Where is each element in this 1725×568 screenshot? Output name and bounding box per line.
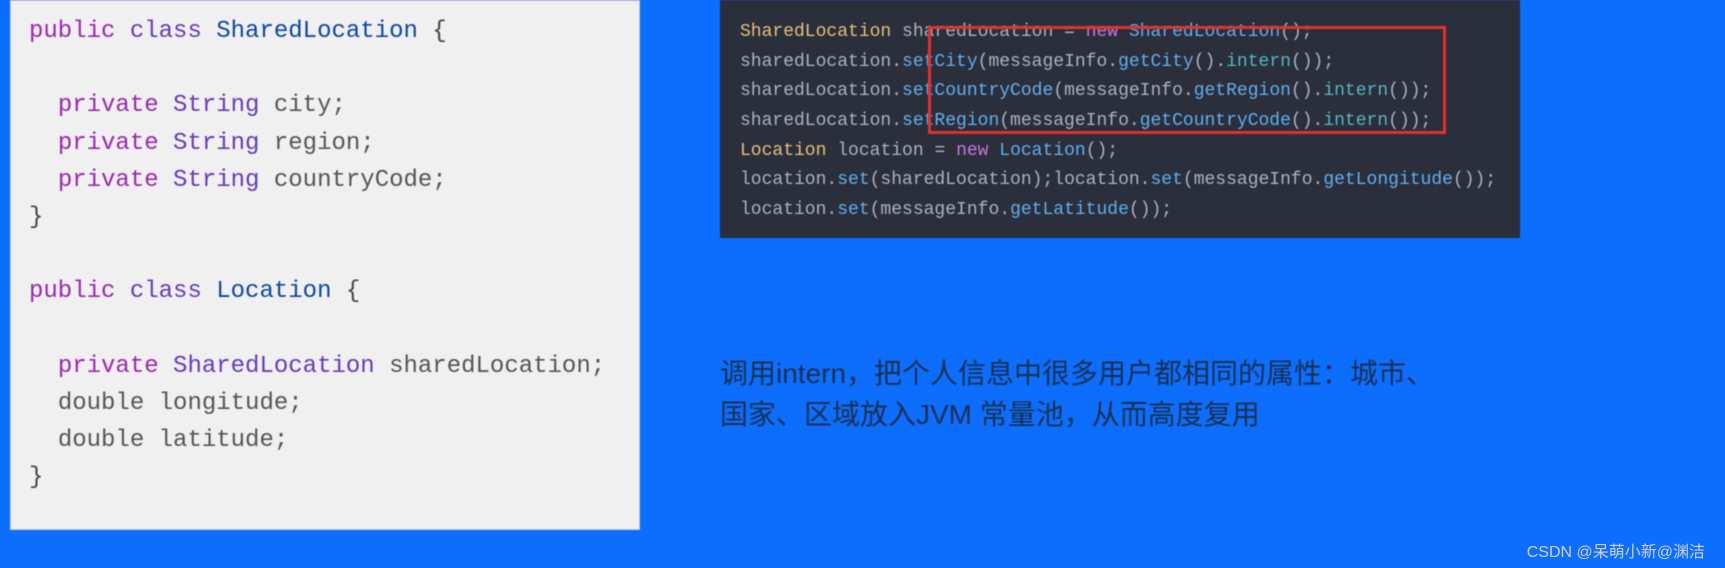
p: ().	[1194, 52, 1226, 72]
obj: location.	[740, 170, 837, 190]
brace-close: }	[29, 464, 43, 491]
end: ();	[1086, 141, 1118, 161]
brace: {	[432, 18, 446, 45]
p: (messageInfo.	[1053, 81, 1193, 101]
kw-public: public	[29, 278, 115, 305]
getlongitude: getLongitude	[1323, 170, 1453, 190]
end: ());	[1453, 170, 1496, 190]
end: ());	[1388, 81, 1431, 101]
end: ());	[1129, 200, 1172, 220]
eq: =	[1053, 22, 1085, 42]
ctor: SharedLocation	[1129, 22, 1280, 42]
kw-private: private	[58, 167, 159, 194]
type-double: double	[58, 427, 144, 454]
class-name-sharedlocation: SharedLocation	[216, 18, 418, 45]
set: set	[837, 170, 869, 190]
field-region: region;	[274, 130, 375, 157]
set: set	[1150, 170, 1182, 190]
right-code-block: SharedLocation sharedLocation = new Shar…	[740, 18, 1500, 226]
explain-line1: 调用intern，把个人信息中很多用户都相同的属性：城市、	[720, 354, 1620, 395]
getlatitude: getLatitude	[1010, 200, 1129, 220]
intern: intern	[1226, 52, 1291, 72]
end: ();	[1280, 22, 1312, 42]
getregion: getRegion	[1194, 81, 1291, 101]
getcity: getCity	[1118, 52, 1194, 72]
brace: {	[346, 278, 360, 305]
intern: intern	[1323, 81, 1388, 101]
end: ());	[1388, 111, 1431, 131]
explanation-text: 调用intern，把个人信息中很多用户都相同的属性：城市、 国家、区域放入JVM…	[720, 354, 1620, 435]
set: set	[837, 200, 869, 220]
kw-new: new	[1086, 22, 1118, 42]
var: sharedLocation	[902, 22, 1053, 42]
var: location	[837, 141, 923, 161]
ctor: Location	[999, 141, 1085, 161]
kw-private: private	[58, 353, 159, 380]
kw-private: private	[58, 130, 159, 157]
field-city: city;	[274, 92, 346, 119]
credit-text: CSDN @呆萌小新@渊洁	[1527, 538, 1705, 562]
field-longitude: longitude;	[159, 390, 303, 417]
type-string: String	[173, 130, 259, 157]
obj: location.	[1053, 170, 1150, 190]
type-string: String	[173, 167, 259, 194]
end: ());	[1291, 52, 1334, 72]
obj: sharedLocation.	[740, 111, 902, 131]
obj: sharedLocation.	[740, 52, 902, 72]
kw-private: private	[58, 92, 159, 119]
intern: intern	[1323, 111, 1388, 131]
p: ().	[1291, 81, 1323, 101]
setregion: setRegion	[902, 111, 999, 131]
getcountrycode: getCountryCode	[1140, 111, 1291, 131]
p: (messageInfo.	[999, 111, 1139, 131]
p: (messageInfo.	[1183, 170, 1323, 190]
p: (sharedLocation);	[870, 170, 1054, 190]
p: (messageInfo.	[870, 200, 1010, 220]
p: ().	[1291, 111, 1323, 131]
type-sharedlocation: SharedLocation	[173, 353, 375, 380]
field-sharedlocation: sharedLocation;	[389, 353, 605, 380]
obj: location.	[740, 200, 837, 220]
type: Location	[740, 141, 826, 161]
kw-new: new	[956, 141, 988, 161]
setcity: setCity	[902, 52, 978, 72]
kw-public: public	[29, 18, 115, 45]
class-name-location: Location	[216, 278, 331, 305]
brace-close: }	[29, 204, 43, 231]
explain-line2: 国家、区域放入JVM 常量池，从而高度复用	[720, 395, 1620, 436]
type-double: double	[58, 390, 144, 417]
right-code-panel: SharedLocation sharedLocation = new Shar…	[720, 0, 1520, 238]
field-countrycode: countryCode;	[274, 167, 447, 194]
type-string: String	[173, 92, 259, 119]
left-code-block: public class SharedLocation { private St…	[29, 13, 621, 496]
setcountrycode: setCountryCode	[902, 81, 1053, 101]
obj: sharedLocation.	[740, 81, 902, 101]
eq: =	[924, 141, 956, 161]
kw-class: class	[130, 278, 202, 305]
left-code-panel: public class SharedLocation { private St…	[10, 0, 640, 530]
p: (messageInfo.	[978, 52, 1118, 72]
type: SharedLocation	[740, 22, 891, 42]
field-latitude: latitude;	[159, 427, 289, 454]
kw-class: class	[130, 18, 202, 45]
